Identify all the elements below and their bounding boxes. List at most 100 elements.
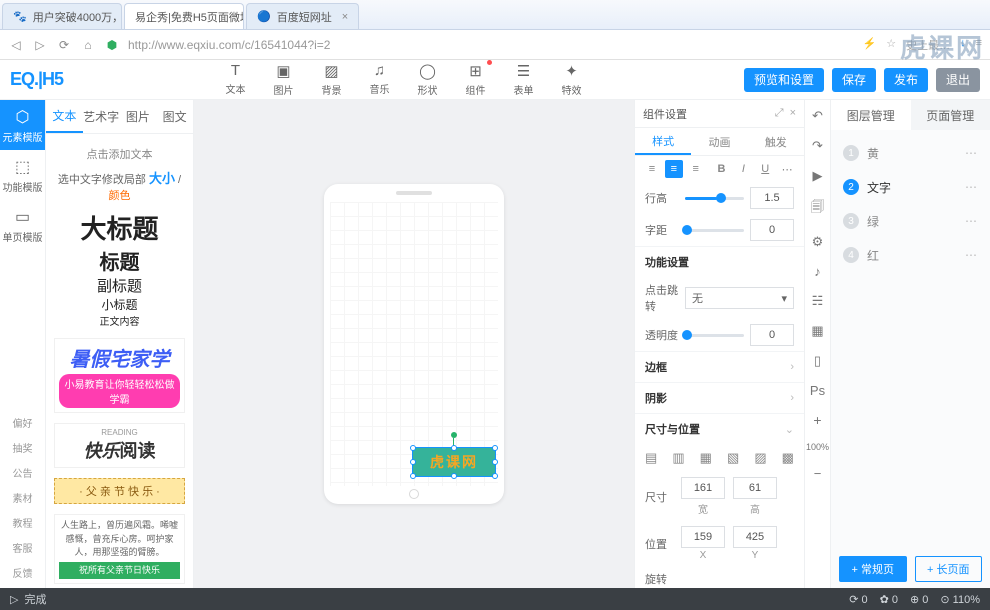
opacity-input[interactable]: [750, 324, 794, 346]
sizepos-section[interactable]: 尺寸与位置⌄: [635, 413, 804, 444]
collapse-icon[interactable]: ⤢: [775, 107, 784, 120]
template-card[interactable]: 暑假宅家学 小易教育让你轻轻松松做学霸: [54, 338, 185, 413]
style-h3[interactable]: 副标题: [54, 275, 185, 296]
left-tab-艺术字[interactable]: 艺术字: [83, 100, 120, 133]
download-icon[interactable]: ↓: [960, 37, 966, 53]
tool-特效[interactable]: ✦特效: [562, 62, 582, 97]
shadow-section[interactable]: 阴影›: [635, 382, 804, 413]
page-item[interactable]: 4红⋯: [839, 238, 982, 272]
rail-link[interactable]: 偏好: [13, 415, 33, 430]
rail2-icon[interactable]: ▶: [813, 168, 823, 184]
style-body[interactable]: 正文内容: [54, 313, 185, 328]
more-icon[interactable]: ⋯: [778, 160, 796, 178]
rail2-icon[interactable]: ⚙: [812, 234, 824, 250]
browser-tab[interactable]: 🐾 用户突破4000万，易企… ×: [2, 3, 122, 29]
height-input[interactable]: [733, 477, 777, 499]
letter-spacing-slider[interactable]: [685, 229, 744, 232]
tool-表单[interactable]: ☰表单: [514, 62, 534, 97]
resize-handle[interactable]: [410, 459, 416, 465]
tool-音乐[interactable]: ♫音乐: [370, 62, 390, 97]
rail-link[interactable]: 教程: [13, 515, 33, 530]
rail-元素模版[interactable]: ⬡元素模版: [0, 100, 45, 150]
align-icon[interactable]: ▨: [754, 450, 766, 466]
tool-文本[interactable]: T文本: [226, 62, 246, 97]
template-card[interactable]: READING 快乐阅读: [54, 423, 185, 468]
align-icon[interactable]: ▥: [672, 450, 684, 466]
star-icon[interactable]: ☆: [886, 37, 896, 53]
zoom-in-icon[interactable]: +: [813, 412, 821, 428]
browser-tab[interactable]: 🔵 百度短网址 ×: [246, 3, 359, 29]
resize-handle[interactable]: [410, 473, 416, 479]
rail-link[interactable]: 抽奖: [13, 440, 33, 455]
tool-图片[interactable]: ▣图片: [274, 62, 294, 97]
style-h2[interactable]: 标题: [54, 246, 185, 275]
rail2-icon[interactable]: ▦: [811, 323, 823, 339]
border-section[interactable]: 边框›: [635, 351, 804, 382]
rail2-icon[interactable]: 🗐: [811, 198, 824, 220]
zoom-out-icon[interactable]: −: [814, 466, 822, 481]
resize-handle[interactable]: [451, 473, 457, 479]
rail-功能模版[interactable]: ⬚功能模版: [0, 150, 45, 200]
logo[interactable]: EQ.|H5: [10, 69, 63, 90]
预览和设置-button[interactable]: 预览和设置: [744, 68, 824, 92]
home-icon[interactable]: ⌂: [80, 37, 96, 53]
rail2-icon[interactable]: ↷: [812, 138, 823, 154]
resize-handle[interactable]: [451, 445, 457, 451]
back-icon[interactable]: ◁: [8, 37, 24, 53]
rail2-icon[interactable]: ♪: [814, 264, 821, 279]
resize-handle[interactable]: [492, 473, 498, 479]
x-input[interactable]: [681, 526, 725, 548]
rail2-icon[interactable]: Ps: [810, 383, 825, 398]
align-icon[interactable]: ▦: [700, 450, 712, 466]
rail-单页模版[interactable]: ▭单页模版: [0, 200, 45, 250]
resize-handle[interactable]: [492, 445, 498, 451]
template-card[interactable]: 人生路上，曾历遍风霜。唏嘘感慨，曾充斥心房。呵护家人，用那坚强的臂膀。 祝所有父…: [54, 514, 185, 584]
rotate-handle[interactable]: [451, 432, 457, 438]
left-tab-图文[interactable]: 图文: [156, 100, 193, 133]
tool-背景[interactable]: ▨背景: [322, 62, 342, 97]
退出-button[interactable]: 退出: [936, 68, 980, 92]
canvas[interactable]: 虎课网: [194, 100, 634, 588]
status-item[interactable]: ⊕ 0: [910, 593, 928, 606]
status-item[interactable]: ⟳ 0: [849, 593, 867, 606]
rail2-icon[interactable]: ▯: [814, 353, 821, 369]
rail-link[interactable]: 反馈: [13, 565, 33, 580]
status-item[interactable]: ⊙ 110%: [940, 593, 980, 606]
style-h1[interactable]: 大标题: [54, 209, 185, 246]
selected-text-element[interactable]: 虎课网: [412, 447, 496, 477]
template-card[interactable]: · 父 亲 节 快 乐 ·: [54, 478, 185, 504]
rail-link[interactable]: 素材: [13, 490, 33, 505]
shield-icon[interactable]: ⬢: [104, 37, 120, 53]
发布-button[interactable]: 发布: [884, 68, 928, 92]
style-h4[interactable]: 小标题: [54, 296, 185, 313]
more-icon[interactable]: ⋯: [965, 180, 978, 194]
line-height-input[interactable]: [750, 187, 794, 209]
pages-tab-页面管理[interactable]: 页面管理: [911, 100, 990, 130]
prop-tab-触发[interactable]: 触发: [748, 128, 804, 155]
rail-link[interactable]: 公告: [13, 465, 33, 480]
rail2-icon[interactable]: ↶: [812, 108, 823, 124]
tool-组件[interactable]: ⊞组件: [466, 62, 486, 97]
speed-icon[interactable]: ⚡: [863, 37, 877, 53]
rail2-icon[interactable]: ☵: [812, 293, 824, 309]
resize-handle[interactable]: [410, 445, 416, 451]
more-icon[interactable]: ⋯: [965, 248, 978, 262]
close-icon[interactable]: ×: [342, 11, 348, 23]
left-tab-图片[interactable]: 图片: [120, 100, 157, 133]
add-long-page-button[interactable]: + 长页面: [915, 556, 983, 582]
page-item[interactable]: 2文字⋯: [839, 170, 982, 204]
browser-tab[interactable]: 易企秀|免费H5页面微场… ×: [124, 3, 244, 29]
url-input[interactable]: http://www.eqxiu.com/c/16541044?i=2: [128, 38, 855, 52]
letter-spacing-input[interactable]: [750, 219, 794, 241]
rail-link[interactable]: 客服: [13, 540, 33, 555]
phone-screen[interactable]: 虎课网: [330, 202, 498, 486]
menu-icon[interactable]: ≡: [976, 37, 982, 53]
left-tab-文本[interactable]: 文本: [46, 100, 83, 133]
more-icon[interactable]: ⋯: [965, 214, 978, 228]
page-item[interactable]: 1黄⋯: [839, 136, 982, 170]
align-center-icon[interactable]: ≡: [665, 160, 683, 178]
forward-icon[interactable]: ▷: [32, 37, 48, 53]
保存-button[interactable]: 保存: [832, 68, 876, 92]
align-left-icon[interactable]: ≡: [643, 160, 661, 178]
status-item[interactable]: ✿ 0: [880, 593, 898, 606]
